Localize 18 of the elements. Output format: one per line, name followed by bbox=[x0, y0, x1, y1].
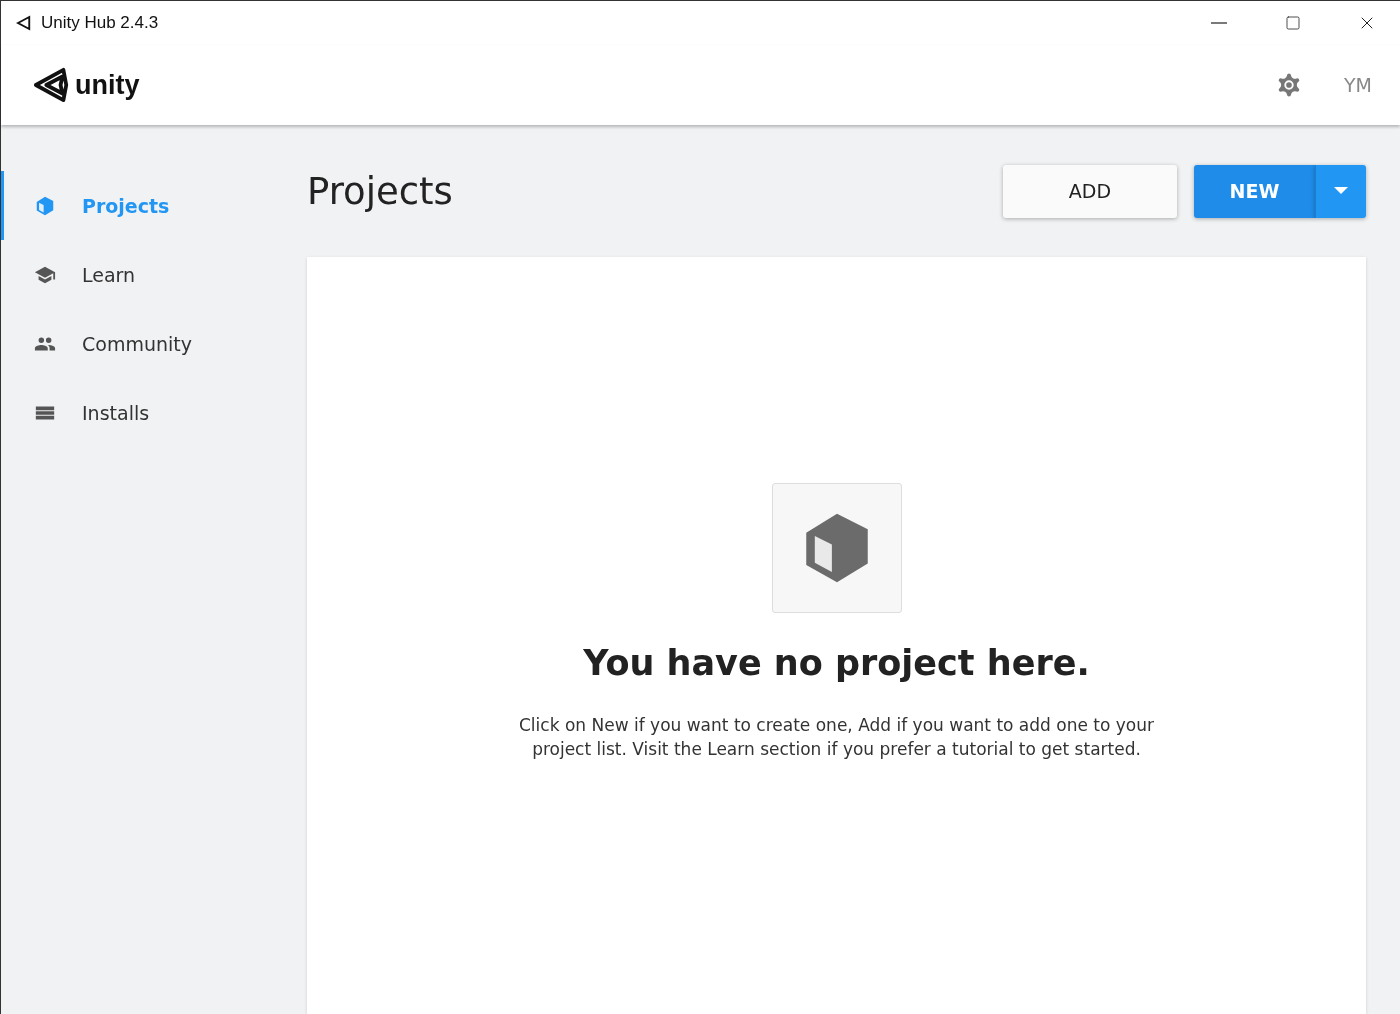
sidebar-item[interactable]: Learn bbox=[1, 240, 307, 309]
user-initials[interactable]: YM bbox=[1344, 74, 1372, 96]
empty-heading: You have no project here. bbox=[583, 643, 1090, 683]
page-title: Projects bbox=[307, 169, 454, 213]
maximize-icon bbox=[1285, 15, 1301, 31]
minimize-icon bbox=[1211, 22, 1227, 24]
new-button[interactable]: NEW bbox=[1194, 164, 1315, 218]
app-logo-icon bbox=[15, 14, 33, 32]
sidebar-item[interactable]: Community bbox=[1, 309, 307, 378]
cube-icon bbox=[34, 194, 56, 217]
add-button[interactable]: ADD bbox=[1003, 164, 1177, 218]
logo-text: unity bbox=[75, 69, 140, 101]
window-title: Unity Hub 2.4.3 bbox=[41, 13, 160, 33]
new-dropdown-button[interactable] bbox=[1315, 164, 1366, 218]
sidebar-item[interactable]: Installs bbox=[1, 378, 307, 447]
caret-icon bbox=[1334, 187, 1348, 195]
logo-icon bbox=[33, 66, 71, 104]
empty-message: Click on New if you want to create one, Add if you want to add one to your project list. Visit the Learn section if you prefer a tutorial to get started. bbox=[518, 714, 1155, 761]
